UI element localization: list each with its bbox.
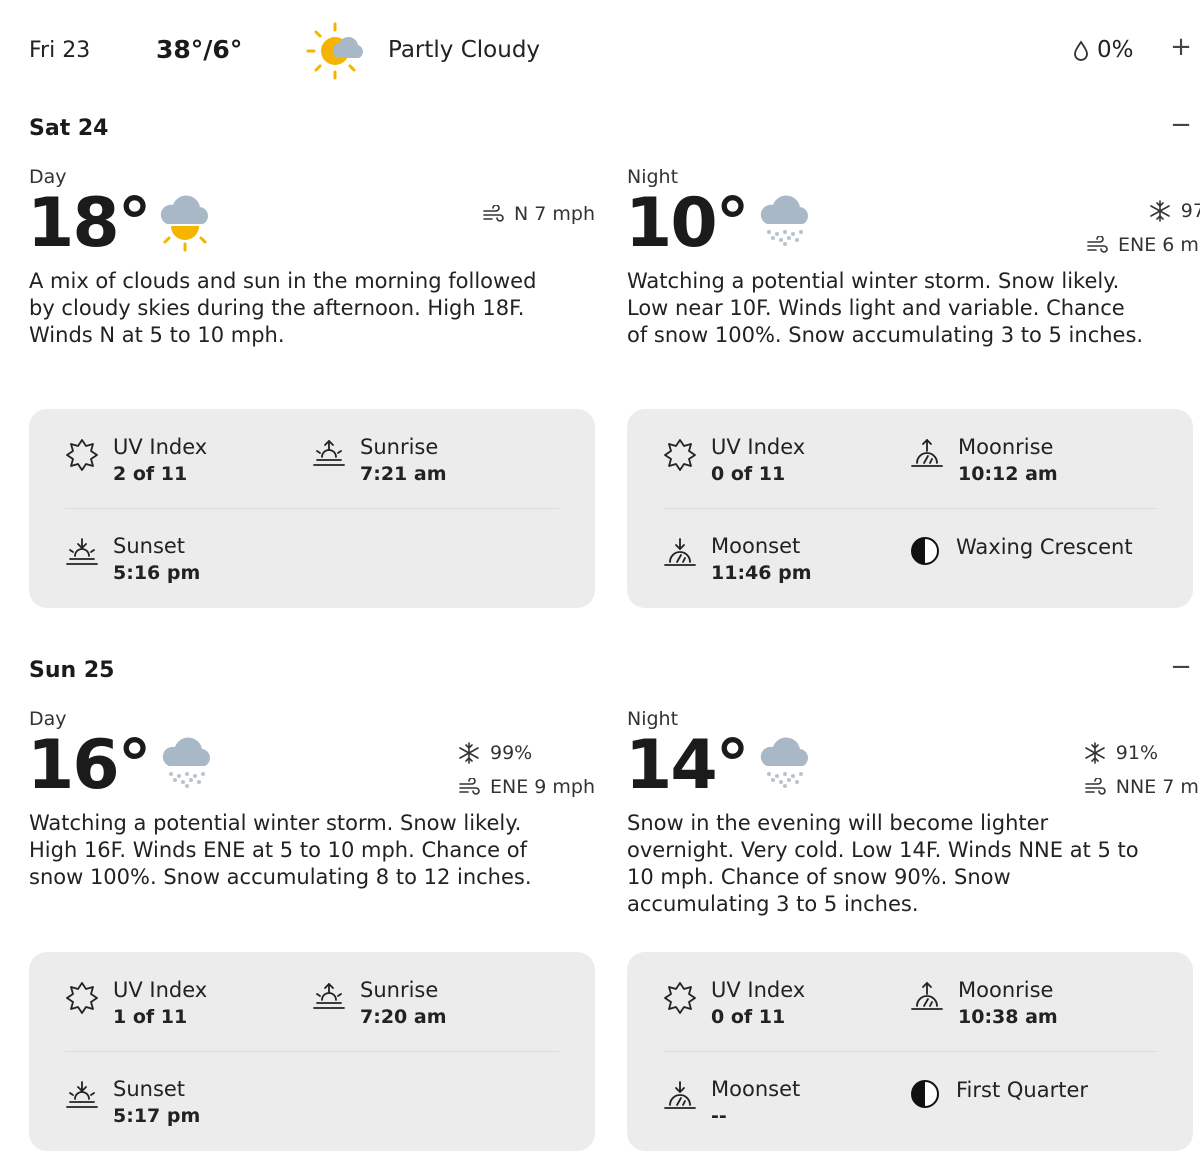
snow-chance-stat: 91% (1084, 736, 1200, 770)
snowflake-icon (1149, 200, 1170, 222)
sunset-icon (66, 1081, 98, 1108)
day-details-card: UV Index 2 of 11 Sunrise 7:21 am Sunset … (29, 409, 595, 608)
moonset-time: -- (711, 1105, 727, 1127)
snow-chance-value: 91% (1115, 742, 1159, 764)
collapse-button[interactable]: − (1170, 652, 1192, 682)
uv-value: 0 of 11 (711, 463, 786, 485)
uv-label: UV Index (113, 435, 208, 459)
uv-label: UV Index (711, 435, 806, 459)
sunset-label: Sunset (113, 534, 186, 558)
forecast-description: Snow in the evening will become lighter … (627, 811, 1139, 916)
panel-stats: 97% ENE 6 mph (1086, 194, 1200, 262)
moon-phase-label: Waxing Crescent (956, 535, 1133, 559)
sunrise-time: 7:21 am (360, 463, 447, 485)
card-divider (65, 1051, 559, 1052)
panel-stats: N 7 mph (482, 194, 595, 234)
sunrise-label: Sunrise (360, 978, 439, 1002)
wind-icon (483, 205, 504, 222)
night-details-card: UV Index 0 of 11 Moonrise 10:12 am Moons… (627, 409, 1193, 608)
forecast-row-fri-23[interactable]: Fri 23 38°/6° Partly Cloudy 0% + (0, 22, 1200, 80)
wind-stat: ENE 6 mph (1086, 228, 1200, 262)
sunset-icon (66, 538, 98, 565)
snow-chance-value: 99% (489, 742, 533, 764)
sunrise-icon (313, 439, 345, 466)
snow-chance-stat: 99% (458, 736, 595, 770)
moon-phase-icon (911, 537, 939, 565)
card-divider (663, 1051, 1157, 1052)
partly-cloudy-icon (306, 22, 363, 80)
wind-stat: NNE 7 mph (1084, 770, 1200, 804)
snow-chance-value: 97% (1180, 200, 1200, 222)
temperature: 10° (625, 184, 750, 263)
wind-stat: ENE 9 mph (458, 770, 595, 804)
night-details-card: UV Index 0 of 11 Moonrise 10:38 am Moons… (627, 952, 1193, 1151)
moonrise-label: Moonrise (958, 978, 1054, 1002)
moonset-icon (664, 538, 696, 566)
moonrise-time: 10:38 am (958, 1006, 1058, 1028)
panel-stats: 99% ENE 9 mph (458, 736, 595, 804)
forecast-description: A mix of clouds and sun in the morning f… (29, 269, 537, 347)
uv-sun-icon (66, 439, 98, 471)
sun-cloud-icon (160, 195, 208, 252)
wind-icon (1084, 778, 1106, 795)
uv-value: 1 of 11 (113, 1006, 188, 1028)
uv-sun-icon (664, 439, 696, 471)
moonrise-icon (911, 981, 943, 1010)
temperature: 16° (27, 726, 152, 805)
uv-value: 0 of 11 (711, 1006, 786, 1028)
card-divider (663, 508, 1157, 509)
moonrise-icon (911, 438, 943, 467)
raindrop-icon (1074, 40, 1088, 61)
collapse-button[interactable]: − (1170, 110, 1192, 140)
card-divider (65, 508, 559, 509)
sunset-time: 5:17 pm (113, 1105, 201, 1127)
uv-sun-icon (664, 982, 696, 1014)
uv-value: 2 of 11 (113, 463, 188, 485)
row-date: Fri 23 (29, 38, 91, 63)
day-date: Sun 25 (29, 658, 115, 683)
wind-icon (1087, 236, 1108, 253)
sunrise-icon (313, 982, 345, 1009)
uv-sun-icon (66, 982, 98, 1014)
wind-value: ENE 6 mph (1117, 234, 1200, 256)
expand-button[interactable]: + (1170, 32, 1192, 62)
wind-value: N 7 mph (514, 203, 595, 225)
moon-phase-icon (911, 1080, 939, 1108)
forecast-description: Watching a potential winter storm. Snow … (627, 269, 1144, 347)
snowflake-icon (1084, 742, 1105, 764)
wind-value: ENE 9 mph (489, 776, 595, 798)
uv-label: UV Index (113, 978, 208, 1002)
sunrise-label: Sunrise (360, 435, 439, 459)
moonset-icon (664, 1081, 696, 1109)
snow-cloud-icon (760, 195, 808, 246)
sunset-time: 5:16 pm (113, 562, 201, 584)
wind-icon (459, 778, 480, 795)
day-details-card: UV Index 1 of 11 Sunrise 7:20 am Sunset … (29, 952, 595, 1151)
wind-stat: N 7 mph (482, 194, 595, 234)
uv-label: UV Index (711, 978, 806, 1002)
moonset-label: Moonset (711, 534, 801, 558)
snow-chance-stat: 97% (1086, 194, 1200, 228)
snow-cloud-icon (162, 737, 210, 788)
snowflake-icon (459, 742, 479, 764)
wind-value: NNE 7 mph (1115, 776, 1200, 798)
moonset-time: 11:46 pm (711, 562, 812, 584)
moon-phase-label: First Quarter (956, 1078, 1088, 1102)
sunset-label: Sunset (113, 1077, 186, 1101)
snow-cloud-icon (760, 737, 808, 788)
temperature: 18° (27, 184, 152, 263)
forecast-description: Watching a potential winter storm. Snow … (29, 811, 532, 889)
row-hi-lo: 38°/6° (156, 35, 243, 64)
moonset-label: Moonset (711, 1077, 801, 1101)
temperature: 14° (625, 726, 750, 805)
row-condition: Partly Cloudy (388, 37, 541, 63)
moonrise-label: Moonrise (958, 435, 1054, 459)
day-date: Sat 24 (29, 116, 109, 141)
panel-stats: 91% NNE 7 mph (1084, 736, 1200, 804)
row-precip-chance: 0% (1097, 37, 1134, 63)
sunrise-time: 7:20 am (360, 1006, 447, 1028)
moonrise-time: 10:12 am (958, 463, 1058, 485)
